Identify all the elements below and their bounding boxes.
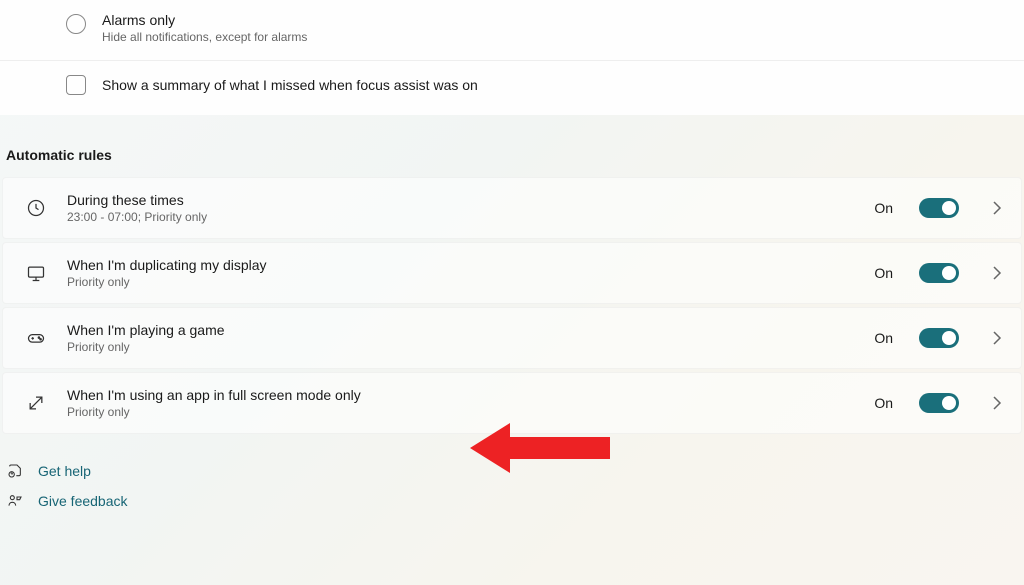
alarms-only-radio[interactable]: Alarms only Hide all notifications, exce… xyxy=(0,0,1024,60)
rule-duplicating-display[interactable]: When I'm duplicating my display Priority… xyxy=(2,242,1022,304)
toggle-switch[interactable] xyxy=(919,263,959,283)
give-feedback-link[interactable]: Give feedback xyxy=(6,492,1024,510)
rule-fullscreen-app[interactable]: When I'm using an app in full screen mod… xyxy=(2,372,1022,434)
chevron-right-icon[interactable] xyxy=(991,202,1003,214)
chevron-right-icon[interactable] xyxy=(991,332,1003,344)
gamepad-icon xyxy=(25,327,47,349)
rule-title: When I'm duplicating my display xyxy=(67,257,854,273)
monitor-icon xyxy=(25,262,47,284)
summary-checkbox[interactable]: Show a summary of what I missed when foc… xyxy=(0,60,1024,115)
rule-title: When I'm using an app in full screen mod… xyxy=(67,387,854,403)
feedback-icon xyxy=(6,492,24,510)
rules-list: During these times 23:00 - 07:00; Priori… xyxy=(0,177,1024,434)
help-icon xyxy=(6,462,24,480)
fullscreen-icon xyxy=(25,392,47,414)
feedback-label: Give feedback xyxy=(38,493,128,509)
rule-description: Priority only xyxy=(67,275,854,289)
rule-state-label: On xyxy=(874,395,893,411)
chevron-right-icon[interactable] xyxy=(991,397,1003,409)
rule-state-label: On xyxy=(874,265,893,281)
rule-description: 23:00 - 07:00; Priority only xyxy=(67,210,854,224)
rule-state-label: On xyxy=(874,200,893,216)
checkbox-label: Show a summary of what I missed when foc… xyxy=(102,77,478,93)
checkbox-icon[interactable] xyxy=(66,75,86,95)
toggle-switch[interactable] xyxy=(919,393,959,413)
clock-icon xyxy=(25,197,47,219)
rule-description: Priority only xyxy=(67,340,854,354)
radio-button-icon[interactable] xyxy=(66,14,86,34)
rule-title: When I'm playing a game xyxy=(67,322,854,338)
help-label: Get help xyxy=(38,463,91,479)
radio-description: Hide all notifications, except for alarm… xyxy=(102,30,307,44)
toggle-switch[interactable] xyxy=(919,328,959,348)
get-help-link[interactable]: Get help xyxy=(6,462,1024,480)
toggle-switch[interactable] xyxy=(919,198,959,218)
rule-during-these-times[interactable]: During these times 23:00 - 07:00; Priori… xyxy=(2,177,1022,239)
radio-title: Alarms only xyxy=(102,12,307,28)
footer-links: Get help Give feedback xyxy=(0,434,1024,510)
rule-title: During these times xyxy=(67,192,854,208)
chevron-right-icon[interactable] xyxy=(991,267,1003,279)
rule-description: Priority only xyxy=(67,405,854,419)
section-header-automatic-rules: Automatic rules xyxy=(0,115,1024,177)
rule-state-label: On xyxy=(874,330,893,346)
rule-playing-game[interactable]: When I'm playing a game Priority only On xyxy=(2,307,1022,369)
